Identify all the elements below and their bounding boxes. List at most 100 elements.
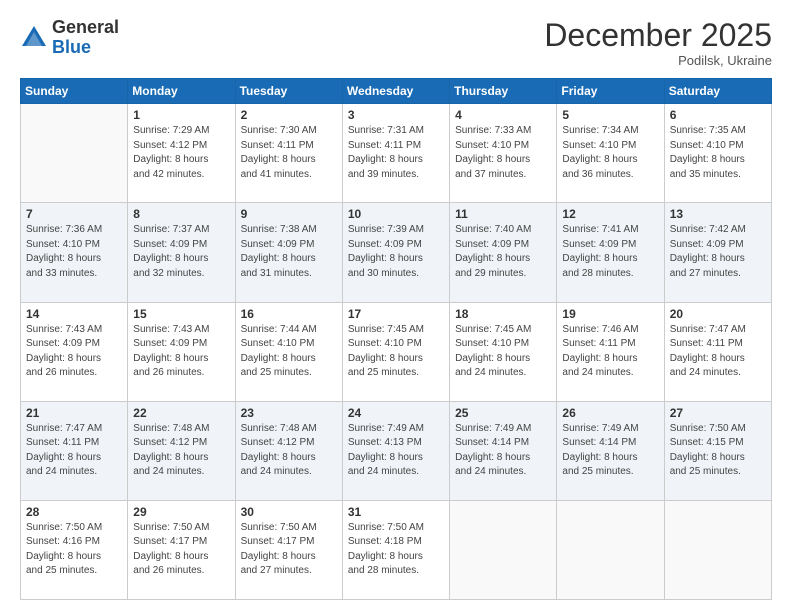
col-header-sunday: Sunday (21, 79, 128, 104)
calendar-cell: 1 Sunrise: 7:29 AMSunset: 4:12 PMDaylight… (128, 104, 235, 203)
day-info: Sunrise: 7:47 AMSunset: 4:11 PMDaylight:… (670, 323, 766, 381)
header-row: SundayMondayTuesdayWednesdayThursdayFrid… (21, 79, 772, 104)
day-number: 26 (562, 406, 658, 420)
day-info: Sunrise: 7:50 AMSunset: 4:15 PMDaylight:… (670, 422, 766, 480)
day-number: 28 (26, 505, 122, 519)
day-number: 3 (348, 108, 444, 122)
day-info: Sunrise: 7:40 AMSunset: 4:09 PMDaylight:… (455, 223, 551, 281)
day-number: 13 (670, 207, 766, 221)
calendar-cell: 27 Sunrise: 7:50 AMSunset: 4:15 PMDayligh… (664, 401, 771, 500)
col-header-thursday: Thursday (450, 79, 557, 104)
calendar-cell: 20Sunrise: 7:47 AMSunset: 4:11 PMDayligh… (664, 302, 771, 401)
day-number: 23 (241, 406, 337, 420)
day-number: 30 (241, 505, 337, 519)
calendar-cell: 31Sunrise: 7:50 AMSunset: 4:18 PMDayligh… (342, 500, 449, 599)
calendar-cell: 13 Sunrise: 7:42 AMSunset: 4:09 PMDayligh… (664, 203, 771, 302)
calendar-cell: 4Sunrise: 7:33 AMSunset: 4:10 PMDaylight… (450, 104, 557, 203)
day-info: Sunrise: 7:50 AMSunset: 4:17 PMDaylight:… (133, 521, 229, 579)
logo-general: General (52, 17, 119, 37)
day-number: 10 (348, 207, 444, 221)
day-info: Sunrise: 7:37 AMSunset: 4:09 PMDaylight:… (133, 223, 229, 281)
location-subtitle: Podilsk, Ukraine (544, 53, 772, 68)
logo: General Blue (20, 18, 119, 58)
day-info: Sunrise: 7:49 AMSunset: 4:13 PMDaylight:… (348, 422, 444, 480)
day-info: Sunrise: 7:47 AMSunset: 4:11 PMDaylight:… (26, 422, 122, 480)
week-row-5: 28 Sunrise: 7:50 AMSunset: 4:16 PMDayligh… (21, 500, 772, 599)
calendar-cell: 17Sunrise: 7:45 AMSunset: 4:10 PMDayligh… (342, 302, 449, 401)
calendar-cell: 10 Sunrise: 7:39 AMSunset: 4:09 PMDayligh… (342, 203, 449, 302)
day-number: 5 (562, 108, 658, 122)
day-number: 29 (133, 505, 229, 519)
week-row-3: 14Sunrise: 7:43 AMSunset: 4:09 PMDayligh… (21, 302, 772, 401)
calendar-cell: 29 Sunrise: 7:50 AMSunset: 4:17 PMDayligh… (128, 500, 235, 599)
day-info: Sunrise: 7:34 AMSunset: 4:10 PMDaylight:… (562, 124, 658, 182)
calendar-cell (21, 104, 128, 203)
day-info: Sunrise: 7:50 AMSunset: 4:18 PMDaylight:… (348, 521, 444, 579)
header: General Blue December 2025 Podilsk, Ukra… (20, 18, 772, 68)
day-info: Sunrise: 7:33 AMSunset: 4:10 PMDaylight:… (455, 124, 551, 182)
calendar-cell: 24 Sunrise: 7:49 AMSunset: 4:13 PMDayligh… (342, 401, 449, 500)
logo-blue: Blue (52, 37, 91, 57)
day-number: 1 (133, 108, 229, 122)
day-number: 25 (455, 406, 551, 420)
week-row-2: 7 Sunrise: 7:36 AMSunset: 4:10 PMDaylight… (21, 203, 772, 302)
calendar-cell: 18Sunrise: 7:45 AMSunset: 4:10 PMDayligh… (450, 302, 557, 401)
day-info: Sunrise: 7:36 AMSunset: 4:10 PMDaylight:… (26, 223, 122, 281)
day-info: Sunrise: 7:29 AMSunset: 4:12 PMDaylight:… (133, 124, 229, 182)
calendar-cell: 7 Sunrise: 7:36 AMSunset: 4:10 PMDaylight… (21, 203, 128, 302)
calendar-cell: 26Sunrise: 7:49 AMSunset: 4:14 PMDayligh… (557, 401, 664, 500)
calendar-cell: 22 Sunrise: 7:48 AMSunset: 4:12 PMDayligh… (128, 401, 235, 500)
day-info: Sunrise: 7:44 AMSunset: 4:10 PMDaylight:… (241, 323, 337, 381)
day-info: Sunrise: 7:39 AMSunset: 4:09 PMDaylight:… (348, 223, 444, 281)
calendar-cell: 8 Sunrise: 7:37 AMSunset: 4:09 PMDaylight… (128, 203, 235, 302)
day-info: Sunrise: 7:43 AMSunset: 4:09 PMDaylight:… (133, 323, 229, 381)
day-info: Sunrise: 7:49 AMSunset: 4:14 PMDaylight:… (455, 422, 551, 480)
day-number: 24 (348, 406, 444, 420)
day-info: Sunrise: 7:41 AMSunset: 4:09 PMDaylight:… (562, 223, 658, 281)
day-number: 21 (26, 406, 122, 420)
col-header-friday: Friday (557, 79, 664, 104)
week-row-1: 1 Sunrise: 7:29 AMSunset: 4:12 PMDaylight… (21, 104, 772, 203)
day-info: Sunrise: 7:43 AMSunset: 4:09 PMDaylight:… (26, 323, 122, 381)
day-info: Sunrise: 7:42 AMSunset: 4:09 PMDaylight:… (670, 223, 766, 281)
calendar-cell (450, 500, 557, 599)
day-number: 15 (133, 307, 229, 321)
day-info: Sunrise: 7:50 AMSunset: 4:16 PMDaylight:… (26, 521, 122, 579)
col-header-monday: Monday (128, 79, 235, 104)
day-info: Sunrise: 7:38 AMSunset: 4:09 PMDaylight:… (241, 223, 337, 281)
day-number: 7 (26, 207, 122, 221)
day-number: 22 (133, 406, 229, 420)
calendar-cell: 12 Sunrise: 7:41 AMSunset: 4:09 PMDayligh… (557, 203, 664, 302)
logo-text: General Blue (52, 18, 119, 58)
day-number: 12 (562, 207, 658, 221)
col-header-saturday: Saturday (664, 79, 771, 104)
day-info: Sunrise: 7:30 AMSunset: 4:11 PMDaylight:… (241, 124, 337, 182)
col-header-wednesday: Wednesday (342, 79, 449, 104)
calendar-cell: 2 Sunrise: 7:30 AMSunset: 4:11 PMDaylight… (235, 104, 342, 203)
calendar-cell: 5 Sunrise: 7:34 AMSunset: 4:10 PMDaylight… (557, 104, 664, 203)
day-info: Sunrise: 7:46 AMSunset: 4:11 PMDaylight:… (562, 323, 658, 381)
day-number: 8 (133, 207, 229, 221)
day-info: Sunrise: 7:48 AMSunset: 4:12 PMDaylight:… (133, 422, 229, 480)
calendar-cell: 28 Sunrise: 7:50 AMSunset: 4:16 PMDayligh… (21, 500, 128, 599)
day-number: 19 (562, 307, 658, 321)
day-info: Sunrise: 7:50 AMSunset: 4:17 PMDaylight:… (241, 521, 337, 579)
calendar-cell: 14Sunrise: 7:43 AMSunset: 4:09 PMDayligh… (21, 302, 128, 401)
calendar-cell: 16Sunrise: 7:44 AMSunset: 4:10 PMDayligh… (235, 302, 342, 401)
day-number: 11 (455, 207, 551, 221)
day-number: 9 (241, 207, 337, 221)
calendar-cell (557, 500, 664, 599)
day-number: 17 (348, 307, 444, 321)
day-number: 18 (455, 307, 551, 321)
calendar-cell: 23Sunrise: 7:48 AMSunset: 4:12 PMDayligh… (235, 401, 342, 500)
calendar-cell: 19 Sunrise: 7:46 AMSunset: 4:11 PMDayligh… (557, 302, 664, 401)
calendar-cell: 30 Sunrise: 7:50 AMSunset: 4:17 PMDayligh… (235, 500, 342, 599)
calendar-cell: 3Sunrise: 7:31 AMSunset: 4:11 PMDaylight… (342, 104, 449, 203)
day-number: 2 (241, 108, 337, 122)
title-block: December 2025 Podilsk, Ukraine (544, 18, 772, 68)
col-header-tuesday: Tuesday (235, 79, 342, 104)
day-number: 27 (670, 406, 766, 420)
calendar-cell: 6Sunrise: 7:35 AMSunset: 4:10 PMDaylight… (664, 104, 771, 203)
calendar-cell: 25 Sunrise: 7:49 AMSunset: 4:14 PMDayligh… (450, 401, 557, 500)
calendar-table: SundayMondayTuesdayWednesdayThursdayFrid… (20, 78, 772, 600)
